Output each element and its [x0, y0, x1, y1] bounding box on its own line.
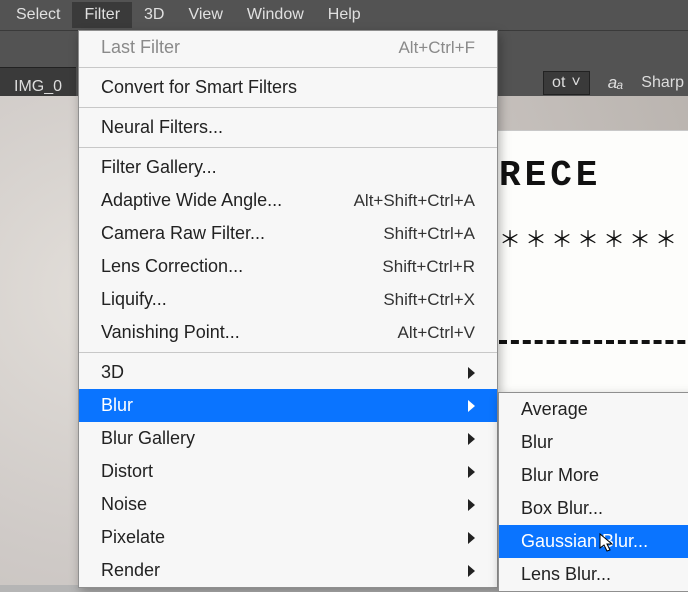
menu-distort-sub[interactable]: Distort — [79, 455, 497, 488]
menu-item-label: Adaptive Wide Angle... — [101, 190, 282, 211]
menu-item-label: Pixelate — [101, 527, 165, 548]
menu-3d-sub[interactable]: 3D — [79, 356, 497, 389]
menu-last-filter: Last Filter Alt+Ctrl+F — [79, 31, 497, 64]
menu-render-sub[interactable]: Render — [79, 554, 497, 587]
menu-filter-gallery[interactable]: Filter Gallery... — [79, 151, 497, 184]
receipt-separator — [499, 340, 688, 344]
anti-alias-icon[interactable]: aₐ — [608, 73, 624, 93]
submenu-arrow-icon — [468, 466, 475, 478]
menu-item-shortcut: Alt+Shift+Ctrl+A — [354, 191, 475, 211]
menu-item-label: Neural Filters... — [101, 117, 223, 138]
submenu-arrow-icon — [468, 433, 475, 445]
submenu-arrow-icon — [468, 367, 475, 379]
menubar[interactable]: Select Filter 3D View Window Help — [0, 0, 688, 30]
menu-item-shortcut: Alt+Ctrl+F — [398, 38, 475, 58]
receipt-stars: ＊＊＊＊＊＊＊ — [499, 222, 688, 254]
submenu-arrow-icon — [468, 400, 475, 412]
menu-lens-correction[interactable]: Lens Correction... Shift+Ctrl+R — [79, 250, 497, 283]
menu-separator — [79, 352, 497, 353]
menu-blur-sub[interactable]: Blur — [79, 389, 497, 422]
menu-item-label: Average — [521, 399, 588, 420]
menu-item-label: Box Blur... — [521, 498, 603, 519]
menu-separator — [79, 147, 497, 148]
menu-adaptive-wide-angle[interactable]: Adaptive Wide Angle... Alt+Shift+Ctrl+A — [79, 184, 497, 217]
menu-separator — [79, 67, 497, 68]
menu-filter[interactable]: Filter — [72, 2, 132, 28]
menu-window[interactable]: Window — [235, 2, 316, 28]
submenu-arrow-icon — [468, 532, 475, 544]
menu-vanishing-point[interactable]: Vanishing Point... Alt+Ctrl+V — [79, 316, 497, 349]
menu-item-shortcut: Shift+Ctrl+R — [382, 257, 475, 277]
menu-neural-filters[interactable]: Neural Filters... — [79, 111, 497, 144]
menu-item-label: Vanishing Point... — [101, 322, 240, 343]
chevron-down-icon: ˅ — [571, 74, 580, 92]
menu-item-label: Last Filter — [101, 37, 180, 58]
submenu-blur-more[interactable]: Blur More — [499, 459, 688, 492]
menu-camera-raw-filter[interactable]: Camera Raw Filter... Shift+Ctrl+A — [79, 217, 497, 250]
submenu-lens-blur[interactable]: Lens Blur... — [499, 558, 688, 591]
menu-item-shortcut: Shift+Ctrl+X — [383, 290, 475, 310]
blur-submenu[interactable]: Average Blur Blur More Box Blur... Gauss… — [498, 392, 688, 592]
menu-noise-sub[interactable]: Noise — [79, 488, 497, 521]
menu-item-label: 3D — [101, 362, 124, 383]
menu-separator — [79, 107, 497, 108]
menu-item-label: Blur — [101, 395, 133, 416]
menu-item-label: Filter Gallery... — [101, 157, 217, 178]
option-select-label: ot — [552, 74, 565, 92]
menu-item-label: Lens Correction... — [101, 256, 243, 277]
submenu-blur[interactable]: Blur — [499, 426, 688, 459]
menu-liquify[interactable]: Liquify... Shift+Ctrl+X — [79, 283, 497, 316]
filter-dropdown[interactable]: Last Filter Alt+Ctrl+F Convert for Smart… — [78, 30, 498, 588]
menu-pixelate-sub[interactable]: Pixelate — [79, 521, 497, 554]
toolbar-right: ot ˅ aₐ Sharp — [543, 71, 684, 95]
submenu-box-blur[interactable]: Box Blur... — [499, 492, 688, 525]
submenu-average[interactable]: Average — [499, 393, 688, 426]
menu-item-label: Blur — [521, 432, 553, 453]
menu-item-label: Render — [101, 560, 160, 581]
menu-help[interactable]: Help — [316, 2, 373, 28]
menu-select[interactable]: Select — [4, 2, 72, 28]
menu-convert-smart-filters[interactable]: Convert for Smart Filters — [79, 71, 497, 104]
submenu-gaussian-blur[interactable]: Gaussian Blur... — [499, 525, 688, 558]
menu-item-label: Noise — [101, 494, 147, 515]
menu-item-label: Blur Gallery — [101, 428, 195, 449]
menu-item-label: Camera Raw Filter... — [101, 223, 265, 244]
menu-item-label: Distort — [101, 461, 153, 482]
menu-item-label: Lens Blur... — [521, 564, 611, 585]
menu-item-label: Gaussian Blur... — [521, 531, 648, 552]
menu-item-label: Convert for Smart Filters — [101, 77, 297, 98]
menu-3d[interactable]: 3D — [132, 2, 176, 28]
menu-blur-gallery-sub[interactable]: Blur Gallery — [79, 422, 497, 455]
receipt-title: RECE — [499, 155, 688, 196]
menu-item-label: Liquify... — [101, 289, 167, 310]
option-select[interactable]: ot ˅ — [543, 71, 590, 95]
sharp-label[interactable]: Sharp — [641, 74, 684, 92]
menu-item-shortcut: Alt+Ctrl+V — [398, 323, 475, 343]
submenu-arrow-icon — [468, 499, 475, 511]
submenu-arrow-icon — [468, 565, 475, 577]
menu-view[interactable]: View — [176, 2, 234, 28]
menu-item-shortcut: Shift+Ctrl+A — [383, 224, 475, 244]
menu-item-label: Blur More — [521, 465, 599, 486]
